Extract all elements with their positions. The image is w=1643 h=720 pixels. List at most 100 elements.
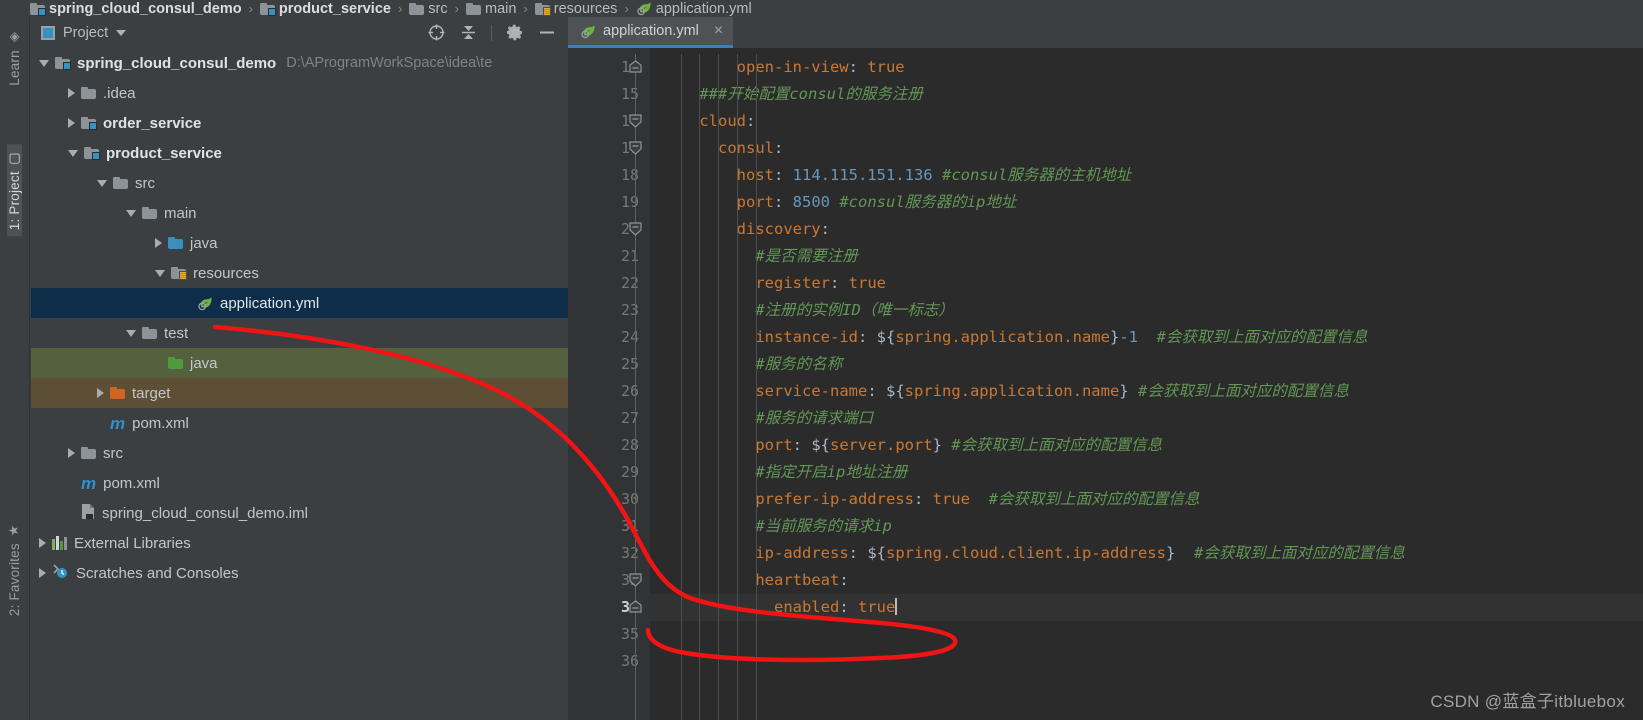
code-line-24[interactable]: instance-id: ${spring.application.name}-…: [650, 324, 1643, 351]
tree-row-resources[interactable]: resources: [31, 258, 568, 288]
chevron-down-icon[interactable]: [116, 29, 127, 36]
tree-row-java[interactable]: java: [31, 228, 568, 258]
code-token-pn: :: [820, 220, 830, 238]
folder-icon: [142, 207, 157, 219]
tree-row-label: src: [135, 174, 155, 192]
fold-marker-line-20[interactable]: [627, 221, 644, 238]
chevron-right-icon[interactable]: [97, 388, 104, 398]
tree-row-order-service[interactable]: order_service: [31, 108, 568, 138]
code-line-17[interactable]: consul:: [650, 135, 1643, 162]
tree-row-label: pom.xml: [103, 474, 160, 492]
tree-row-spring-cloud-consul-demo[interactable]: spring_cloud_consul_demo D:\AProgramWorkS…: [31, 48, 568, 78]
code-line-31[interactable]: #当前服务的请求ip: [650, 513, 1643, 540]
chevron-down-icon[interactable]: [155, 269, 165, 277]
code-line-20[interactable]: discovery:: [650, 216, 1643, 243]
code-line-16[interactable]: cloud:: [650, 108, 1643, 135]
code-content[interactable]: open-in-view: true ###开始配置consul的服务注册 cl…: [650, 48, 1643, 720]
tree-row-pom-xml[interactable]: m pom.xml: [31, 468, 568, 498]
tree-row-spring-cloud-consul-demo-iml[interactable]: spring_cloud_consul_demo.iml: [31, 498, 568, 528]
breadcrumb-item-0[interactable]: spring_cloud_consul_demo: [30, 1, 242, 17]
chevron-right-icon[interactable]: [39, 538, 46, 548]
code-line-32[interactable]: ip-address: ${spring.cloud.client.ip-add…: [650, 540, 1643, 567]
chevron-right-icon[interactable]: [155, 238, 162, 248]
code-line-28[interactable]: port: ${server.port} #会获取到上面对应的配置信息: [650, 432, 1643, 459]
code-line-25[interactable]: #服务的名称: [650, 351, 1643, 378]
code-token-pn: :: [774, 139, 784, 157]
tree-row-test[interactable]: test: [31, 318, 568, 348]
fold-marker-line-33[interactable]: [627, 572, 644, 589]
code-line-14[interactable]: open-in-view: true: [650, 54, 1643, 81]
code-token-pn: [1129, 382, 1138, 400]
editor-tab-label: application.yml: [603, 23, 699, 39]
fold-marker-line-16[interactable]: [627, 113, 644, 130]
tree-row-target[interactable]: target: [31, 378, 568, 408]
code-folding-column[interactable]: [626, 54, 644, 720]
tree-row-application-yml[interactable]: application.yml: [31, 288, 568, 318]
code-line-33[interactable]: heartbeat:: [650, 567, 1643, 594]
code-token-pn: :: [839, 571, 849, 589]
code-line-18[interactable]: host: 114.115.151.136 #consul服务器的主机地址: [650, 162, 1643, 189]
chevron-right-icon[interactable]: [68, 448, 75, 458]
fold-marker-line-17[interactable]: [627, 140, 644, 157]
project-tree[interactable]: spring_cloud_consul_demo D:\AProgramWorkS…: [31, 48, 568, 720]
project-panel-title: Project: [63, 24, 109, 41]
code-token-bool: true: [857, 598, 896, 616]
tree-row-src[interactable]: src: [31, 168, 568, 198]
collapse-all-icon[interactable]: [459, 24, 477, 42]
code-line-34[interactable]: enabled: true: [650, 594, 1643, 621]
fold-marker-line-34[interactable]: [627, 599, 644, 616]
project-panel-title-group[interactable]: Project: [41, 24, 127, 41]
tree-row-scratches-and-consoles[interactable]: Scratches and Consoles: [31, 558, 568, 588]
crosshair-icon[interactable]: [427, 24, 445, 42]
tree-row-label: main: [164, 204, 197, 222]
code-token-pn: :: [839, 598, 858, 616]
tree-row-pom-xml[interactable]: m pom.xml: [31, 408, 568, 438]
code-token-key: cloud: [699, 112, 746, 130]
breadcrumb-item-2[interactable]: src: [409, 1, 448, 17]
tree-row-main[interactable]: main: [31, 198, 568, 228]
chevron-right-icon[interactable]: [68, 88, 75, 98]
tool-window-tab-favorites[interactable]: 2: Favorites ★: [7, 516, 22, 622]
code-line-35[interactable]: [650, 621, 1643, 648]
code-line-21[interactable]: #是否需要注册: [650, 243, 1643, 270]
code-line-27[interactable]: #服务的请求端口: [650, 405, 1643, 432]
code-line-29[interactable]: #指定开启ip地址注册: [650, 459, 1643, 486]
tree-row-src[interactable]: src: [31, 438, 568, 468]
code-line-19[interactable]: port: 8500 #consul服务器的ip地址: [650, 189, 1643, 216]
code-line-15[interactable]: ###开始配置consul的服务注册: [650, 81, 1643, 108]
chevron-right-icon[interactable]: [39, 568, 46, 578]
chevron-down-icon[interactable]: [126, 209, 136, 217]
tree-row-label: src: [103, 444, 123, 462]
code-line-36[interactable]: [650, 648, 1643, 675]
tool-window-tab-project[interactable]: 1: Project ▢: [7, 143, 22, 236]
chevron-down-icon[interactable]: [39, 59, 49, 67]
line-number-gutter[interactable]: 1415161718192021222324252627282930313233…: [568, 48, 650, 720]
tree-row-external-libraries[interactable]: External Libraries: [31, 528, 568, 558]
breadcrumb-item-1[interactable]: product_service: [259, 1, 391, 17]
code-line-26[interactable]: service-name: ${spring.application.name}…: [650, 378, 1643, 405]
code-token-key: server.port: [830, 436, 933, 454]
code-token-cm: #会获取到上面对应的配置信息: [1193, 544, 1405, 562]
chevron-right-icon[interactable]: [68, 118, 75, 128]
close-icon[interactable]: ×: [714, 22, 723, 40]
chevron-down-icon[interactable]: [68, 149, 78, 157]
toolbar-divider: [491, 24, 492, 41]
breadcrumb-item-3[interactable]: main: [465, 1, 516, 17]
fold-marker-line-14[interactable]: [627, 59, 644, 76]
editor-tab-application-yml[interactable]: application.yml ×: [568, 17, 734, 48]
tree-row-java[interactable]: java: [31, 348, 568, 378]
tree-row-product-service[interactable]: product_service: [31, 138, 568, 168]
source-folder-icon: [168, 237, 183, 249]
breadcrumb-item-5[interactable]: application.yml: [636, 1, 752, 17]
code-line-30[interactable]: prefer-ip-address: true #会获取到上面对应的配置信息: [650, 486, 1643, 513]
breadcrumb-item-4[interactable]: resources: [534, 1, 617, 17]
minimize-icon[interactable]: [538, 24, 556, 42]
tree-row-idea[interactable]: .idea: [31, 78, 568, 108]
code-token-cm: #会获取到上面对应的配置信息: [1156, 328, 1368, 346]
code-line-23[interactable]: #注册的实例ID（唯一标志）: [650, 297, 1643, 324]
gear-icon[interactable]: [506, 24, 524, 42]
tool-window-tab-learn[interactable]: Learn ◈: [7, 23, 22, 92]
chevron-down-icon[interactable]: [126, 329, 136, 337]
chevron-down-icon[interactable]: [97, 179, 107, 187]
code-line-22[interactable]: register: true: [650, 270, 1643, 297]
